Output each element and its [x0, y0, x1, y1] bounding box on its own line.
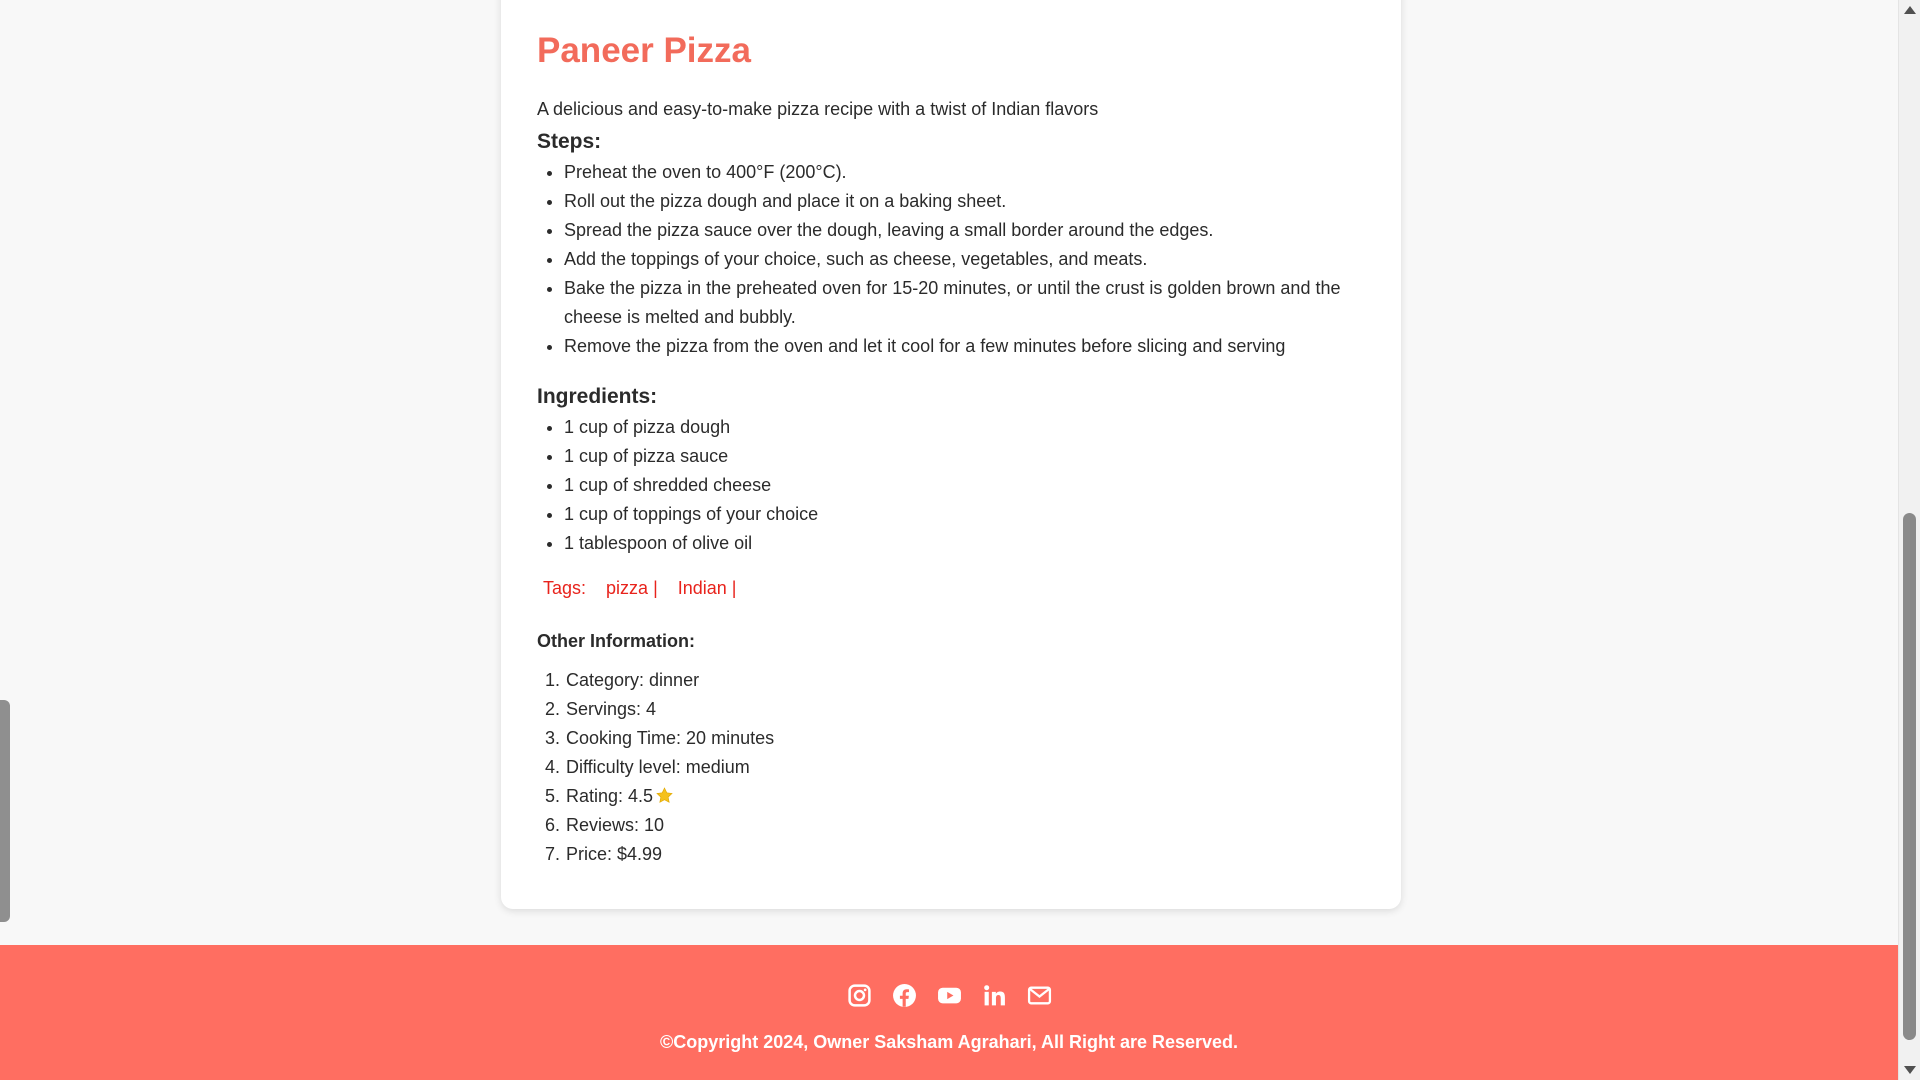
- youtube-icon[interactable]: [937, 983, 962, 1008]
- step-item: Preheat the oven to 400°F (200°C).: [564, 158, 1365, 187]
- info-difficulty: Difficulty level: medium: [565, 753, 1365, 782]
- steps-list: Preheat the oven to 400°F (200°C). Roll …: [564, 158, 1365, 361]
- tags-row: Tags: pizza | Indian |: [537, 575, 1365, 601]
- ingredient-item: 1 cup of shredded cheese: [564, 471, 1365, 500]
- ingredient-item: 1 cup of toppings of your choice: [564, 500, 1365, 529]
- recipe-description: A delicious and easy-to-make pizza recip…: [537, 99, 1099, 119]
- tag-pizza[interactable]: pizza |: [606, 578, 658, 598]
- info-servings: Servings: 4: [565, 695, 1365, 724]
- ingredients-heading: Ingredients:: [537, 385, 658, 408]
- scroll-down-arrow-icon[interactable]: [1904, 1066, 1916, 1074]
- ingredient-item: 1 tablespoon of olive oil: [564, 529, 1365, 558]
- recipe-title: Paneer Pizza: [537, 31, 751, 70]
- recipe-card: Paneer Pizza A delicious and easy-to-mak…: [501, 0, 1401, 909]
- star-icon: [655, 785, 674, 804]
- step-item: Bake the pizza in the preheated oven for…: [564, 274, 1365, 332]
- info-reviews: Reviews: 10: [565, 811, 1365, 840]
- steps-heading: Steps:: [537, 130, 602, 153]
- step-item: Remove the pizza from the oven and let i…: [564, 332, 1365, 361]
- step-item: Roll out the pizza dough and place it on…: [564, 187, 1365, 216]
- side-drawer-handle[interactable]: [0, 700, 10, 922]
- instagram-icon[interactable]: [847, 983, 872, 1008]
- vertical-scrollbar[interactable]: [1898, 0, 1920, 1080]
- info-category: Category: dinner: [565, 666, 1365, 695]
- other-info-list: Category: dinner Servings: 4 Cooking Tim…: [565, 666, 1365, 869]
- tags-label: Tags:: [543, 578, 587, 598]
- tag-indian[interactable]: Indian |: [678, 578, 737, 598]
- info-cooking-time: Cooking Time: 20 minutes: [565, 724, 1365, 753]
- info-rating: Rating: 4.5: [566, 786, 654, 806]
- scrollbar-thumb[interactable]: [1903, 513, 1916, 1040]
- ingredient-item: 1 cup of pizza sauce: [564, 442, 1365, 471]
- social-links: [0, 983, 1898, 1008]
- ingredient-item: 1 cup of pizza dough: [564, 413, 1365, 442]
- linkedin-icon[interactable]: [982, 983, 1007, 1008]
- step-item: Spread the pizza sauce over the dough, l…: [564, 216, 1365, 245]
- mail-icon[interactable]: [1027, 983, 1052, 1008]
- copyright-text: ©Copyright 2024, Owner Saksham Agrahari,…: [659, 1032, 1239, 1052]
- ingredients-list: 1 cup of pizza dough 1 cup of pizza sauc…: [564, 413, 1365, 558]
- other-info-heading: Other Information:: [537, 631, 695, 651]
- info-rating-item: Rating: 4.5: [565, 782, 1365, 811]
- info-price: Price: $4.99: [565, 840, 1365, 869]
- page: Paneer Pizza A delicious and easy-to-mak…: [0, 0, 1920, 1080]
- step-item: Add the toppings of your choice, such as…: [564, 245, 1365, 274]
- footer: ©Copyright 2024, Owner Saksham Agrahari,…: [0, 945, 1898, 1080]
- facebook-icon[interactable]: [892, 983, 917, 1008]
- scroll-up-arrow-icon[interactable]: [1904, 6, 1916, 14]
